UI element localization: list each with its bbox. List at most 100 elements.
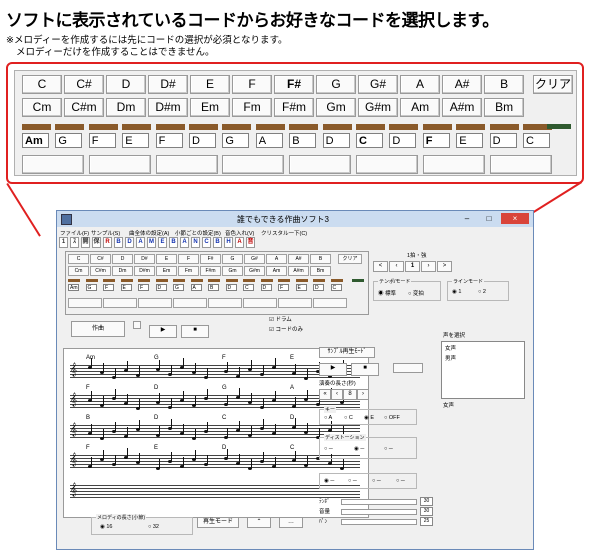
phrase-button-3[interactable]: [155, 155, 218, 174]
mini-chord-4[interactable]: D#: [134, 254, 155, 264]
mini-slot-3[interactable]: F: [103, 284, 114, 291]
length-16-radio[interactable]: ◉ 16: [100, 524, 112, 530]
dist-radio-1[interactable]: ○ ─: [324, 446, 333, 452]
chord-slot-6[interactable]: D: [189, 133, 216, 148]
chord-slot-15[interactable]: D: [489, 133, 517, 148]
slider-track-3[interactable]: [341, 519, 417, 525]
chord-button-e[interactable]: E: [190, 75, 231, 94]
radio-standard[interactable]: ◉ 標準: [378, 289, 396, 297]
chord-button-c-sharp[interactable]: C#: [64, 75, 104, 94]
toolbar-icon-13[interactable]: N: [191, 237, 200, 248]
make-button[interactable]: 作曲: [71, 321, 125, 337]
mini-minor-chord-10[interactable]: Am: [266, 266, 287, 276]
mini-minor-chord-2[interactable]: C#m: [90, 266, 111, 276]
mini-slot-1[interactable]: Am: [68, 284, 79, 291]
chord-button-c-sharpm[interactable]: C#m: [64, 98, 104, 117]
mini-chord-3[interactable]: D: [112, 254, 133, 264]
mini-phrase-button-8[interactable]: [313, 298, 347, 308]
mini-minor-chord-12[interactable]: Bm: [310, 266, 331, 276]
drum-checkbox[interactable]: ☑ ドラム: [269, 315, 292, 323]
toolbar-icon-7[interactable]: D: [125, 237, 134, 248]
mini-minor-chord-7[interactable]: F#m: [200, 266, 221, 276]
preview-play-button[interactable]: ▶: [319, 363, 347, 376]
mini-phrase-button-1[interactable]: [68, 298, 102, 308]
toolbar-icon-16[interactable]: H: [224, 237, 233, 248]
chord-button-d[interactable]: D: [106, 75, 147, 94]
clear-button[interactable]: クリア: [533, 75, 573, 94]
mini-chord-8[interactable]: G: [222, 254, 243, 264]
menu-item-4[interactable]: 小節ごとの設定(B): [175, 229, 221, 237]
toolbar-icon-14[interactable]: C: [202, 237, 211, 248]
mini-chord-9[interactable]: G#: [244, 254, 265, 264]
chord-slot-9[interactable]: B: [289, 133, 317, 148]
phrase-button-1[interactable]: [22, 155, 84, 174]
mini-minor-chord-6[interactable]: Fm: [178, 266, 199, 276]
chord-slot-13[interactable]: F: [422, 133, 450, 148]
phrase-button-8[interactable]: [489, 155, 552, 174]
chord-button-a-sharpm[interactable]: A#m: [442, 98, 483, 117]
menu-item-6[interactable]: クリスタル一下(C): [261, 229, 307, 237]
mini-slot-16[interactable]: C: [330, 284, 342, 291]
toolbar-icon-17[interactable]: A: [235, 237, 244, 248]
slider-track-1[interactable]: [341, 499, 417, 505]
mini-slot-2[interactable]: G: [85, 284, 97, 291]
dist-radio-2[interactable]: ◉ ─: [354, 446, 364, 452]
chord-slot-2[interactable]: G: [55, 133, 83, 148]
chord-button-f-sharp[interactable]: F#: [274, 75, 315, 94]
chord-slot-10[interactable]: D: [322, 133, 350, 148]
chord-button-a[interactable]: A: [400, 75, 441, 94]
effect-radio-4[interactable]: ○ ─: [396, 478, 405, 484]
chord-slot-3[interactable]: F: [88, 133, 116, 148]
mini-chord-5[interactable]: E: [156, 254, 177, 264]
mini-slot-10[interactable]: D: [225, 284, 237, 291]
chord-slot-4[interactable]: E: [122, 133, 150, 148]
mini-minor-chord-3[interactable]: Dm: [112, 266, 133, 276]
toolbar-icon-8[interactable]: A: [136, 237, 145, 248]
chord-button-b[interactable]: B: [484, 75, 525, 94]
prev-beat-button[interactable]: <: [373, 261, 388, 272]
chord-button-bm[interactable]: Bm: [484, 98, 525, 117]
step-forward-button[interactable]: ›: [421, 261, 436, 272]
close-button[interactable]: ×: [501, 213, 529, 224]
mini-minor-chord-5[interactable]: Em: [156, 266, 177, 276]
phrase-button-4[interactable]: [222, 155, 285, 174]
mini-phrase-button-3[interactable]: [138, 298, 172, 308]
more-button[interactable]: …: [279, 517, 303, 528]
mini-clear-button[interactable]: クリア: [338, 254, 362, 264]
mini-slot-14[interactable]: E: [295, 284, 307, 291]
toolbar-icon-15[interactable]: B: [213, 237, 222, 248]
chord-button-d-sharpm[interactable]: D#m: [148, 98, 189, 117]
chord-slot-1[interactable]: Am: [22, 133, 49, 148]
phrase-button-2[interactable]: [88, 155, 151, 174]
phrase-button-7[interactable]: [422, 155, 485, 174]
chord-slot-7[interactable]: G: [222, 133, 250, 148]
mini-chord-6[interactable]: F: [178, 254, 199, 264]
slider-track-2[interactable]: [341, 509, 417, 515]
toolbar-icon-9[interactable]: M: [147, 237, 156, 248]
step-back-button[interactable]: ‹: [389, 261, 404, 272]
menu-item-2[interactable]: サンプル(S): [91, 229, 120, 237]
toolbar-icon-6[interactable]: B: [114, 237, 123, 248]
menu-item-1[interactable]: ファイル(F): [60, 229, 89, 237]
voice-list-item-male[interactable]: 男声: [442, 354, 524, 362]
effect-radio-1[interactable]: ◉ ─: [324, 478, 334, 484]
radio-variable[interactable]: ○ 変拍: [408, 289, 424, 297]
menu-item-3[interactable]: 曲全体の設定(A): [129, 229, 169, 237]
dist-radio-3[interactable]: ○ ─: [384, 446, 393, 452]
effect-radio-2[interactable]: ○ ─: [348, 478, 357, 484]
mini-phrase-button-6[interactable]: [243, 298, 277, 308]
sample-play-mode-button[interactable]: ｻﾝﾌﾟﾙ再生ﾓｰﾄﾞ: [319, 347, 375, 358]
chord-button-a-sharp[interactable]: A#: [442, 75, 483, 94]
play-button[interactable]: ▶: [149, 325, 177, 338]
phrase-button-5[interactable]: [289, 155, 352, 174]
chord-button-am[interactable]: Am: [400, 98, 441, 117]
toolbar-icon-4[interactable]: 保: [92, 237, 101, 248]
chord-button-g-sharpm[interactable]: G#m: [358, 98, 399, 117]
mini-slot-12[interactable]: D: [260, 284, 272, 291]
toolbar-icon-2[interactable]: ｽ: [70, 237, 79, 248]
mini-chord-7[interactable]: F#: [200, 254, 221, 264]
mini-chord-12[interactable]: B: [310, 254, 331, 264]
playback-mode-button[interactable]: 再生モード: [197, 517, 239, 528]
key-radio-c[interactable]: ○ C: [344, 415, 353, 421]
mini-phrase-button-5[interactable]: [208, 298, 242, 308]
